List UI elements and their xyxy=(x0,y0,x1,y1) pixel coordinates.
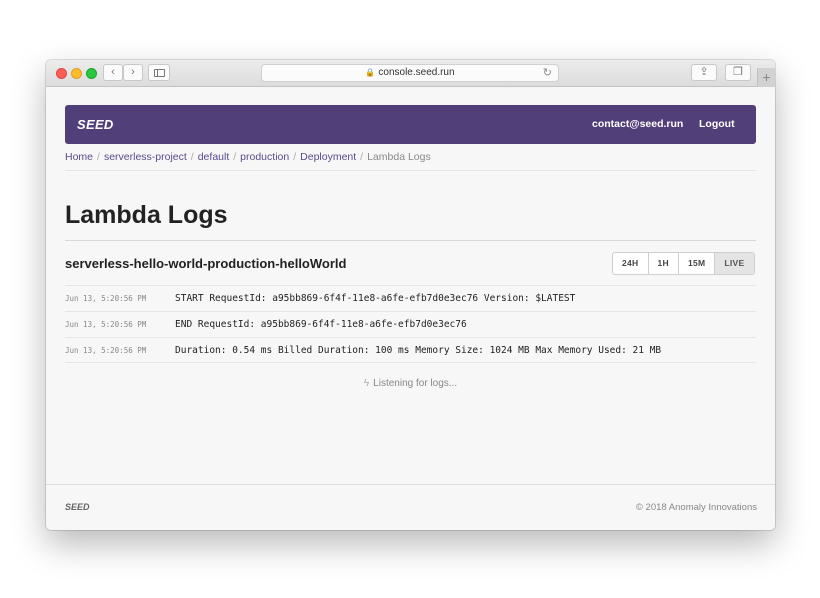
breadcrumb-separator: / xyxy=(293,151,297,163)
page-content: SEED contact@seed.run Logout Home / server… xyxy=(46,87,775,530)
browser-window: ‹ › 🔒 console.seed.run ↻ ⇪ ❐ + SEED conta… xyxy=(46,60,775,530)
chevron-left-icon: ‹ xyxy=(111,66,115,78)
minimize-window-button[interactable] xyxy=(71,68,82,79)
url-text: console.seed.run xyxy=(378,67,455,78)
listening-text: Listening for logs... xyxy=(373,378,458,389)
log-message: START RequestId: a95bb869-6f4f-11e8-a6fe… xyxy=(175,293,576,304)
share-icon: ⇪ xyxy=(699,66,709,78)
listening-status: ϟ Listening for logs... xyxy=(46,378,775,389)
range-1h-button[interactable]: 1H xyxy=(649,253,679,274)
breadcrumb-stage-default[interactable]: default xyxy=(198,151,230,163)
breadcrumb-separator: / xyxy=(233,151,237,163)
lightning-icon: ϟ xyxy=(363,378,370,389)
breadcrumb-stage-production[interactable]: production xyxy=(240,151,289,163)
breadcrumb: Home / serverless-project / default / producti… xyxy=(65,151,756,171)
log-row: Jun 13, 5:20:56 PM START RequestId: a95b… xyxy=(65,285,756,311)
breadcrumb-current: Lambda Logs xyxy=(367,151,431,163)
zoom-window-button[interactable] xyxy=(86,68,97,79)
time-range-selector: 24H 1H 15M LIVE xyxy=(612,252,755,275)
log-message: END RequestId: a95bb869-6f4f-11e8-a6fe-e… xyxy=(175,319,467,330)
title-divider xyxy=(65,240,756,241)
page-title: Lambda Logs xyxy=(65,201,228,229)
breadcrumb-separator: / xyxy=(97,151,100,163)
range-15m-button[interactable]: 15M xyxy=(679,253,716,274)
footer-brand-logo[interactable]: SEED xyxy=(65,502,90,512)
contact-link[interactable]: contact@seed.run xyxy=(592,118,683,130)
log-row: Jun 13, 5:20:56 PM END RequestId: a95bb8… xyxy=(65,311,756,337)
share-button[interactable]: ⇪ xyxy=(691,64,717,81)
address-bar[interactable]: 🔒 console.seed.run ↻ xyxy=(261,64,559,82)
breadcrumb-project[interactable]: serverless-project xyxy=(104,151,187,163)
log-list: Jun 13, 5:20:56 PM START RequestId: a95b… xyxy=(65,285,756,363)
breadcrumb-separator: / xyxy=(190,151,194,163)
chevron-right-icon: › xyxy=(131,66,135,78)
page-footer: SEED © 2018 Anomaly Innovations xyxy=(46,484,775,530)
log-message: Duration: 0.54 ms Billed Duration: 100 m… xyxy=(175,344,662,356)
function-name: serverless-hello-world-production-helloW… xyxy=(65,256,347,271)
browser-titlebar: ‹ › 🔒 console.seed.run ↻ ⇪ ❐ + xyxy=(46,60,775,87)
new-tab-button[interactable]: + xyxy=(757,68,775,87)
range-24h-button[interactable]: 24H xyxy=(613,253,649,274)
plus-icon: + xyxy=(762,69,771,85)
sidebar-icon xyxy=(153,69,165,77)
sidebar-toggle-button[interactable] xyxy=(148,64,170,81)
close-window-button[interactable] xyxy=(56,68,67,79)
log-row: Jun 13, 5:20:56 PM Duration: 0.54 ms Bil… xyxy=(65,337,756,363)
show-tabs-button[interactable]: ❐ xyxy=(725,64,751,81)
breadcrumb-separator: / xyxy=(360,151,364,163)
breadcrumb-deployment[interactable]: Deployment xyxy=(300,151,356,163)
lock-icon: 🔒 xyxy=(365,68,376,77)
back-button[interactable]: ‹ xyxy=(103,64,123,81)
range-live-button[interactable]: LIVE xyxy=(715,253,754,274)
top-navbar: SEED contact@seed.run Logout xyxy=(65,105,756,144)
footer-copyright: © 2018 Anomaly Innovations xyxy=(635,502,757,513)
breadcrumb-home[interactable]: Home xyxy=(65,151,93,163)
brand-logo[interactable]: SEED xyxy=(77,117,114,132)
log-timestamp: Jun 13, 5:20:56 PM xyxy=(65,320,147,329)
forward-button[interactable]: › xyxy=(123,64,143,81)
log-timestamp: Jun 13, 5:20:56 PM xyxy=(65,294,147,303)
log-timestamp: Jun 13, 5:20:56 PM xyxy=(65,345,147,355)
tabs-icon: ❐ xyxy=(733,66,743,78)
logout-link[interactable]: Logout xyxy=(699,118,735,130)
reload-icon[interactable]: ↻ xyxy=(543,65,552,81)
